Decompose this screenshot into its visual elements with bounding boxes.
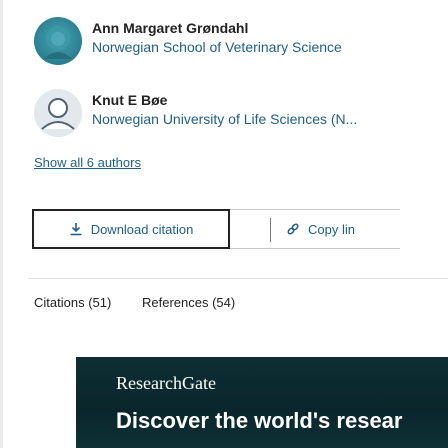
author-affiliation[interactable]: Norwegian University of Life Sciences (N… (92, 109, 357, 129)
download-icon (70, 223, 82, 236)
action-buttons: Download citation Copy lin (32, 209, 400, 249)
show-all-authors-link[interactable]: Show all 6 authors (34, 155, 141, 170)
default-user-icon (34, 89, 82, 137)
author-name[interactable]: Knut E Bøe (92, 91, 357, 109)
author-photo-icon (44, 26, 72, 59)
researchgate-logo: ResearchGate (116, 373, 216, 393)
download-citation-label: Download citation (90, 221, 194, 237)
copy-link-label: Copy lin (308, 221, 355, 237)
tab-references[interactable]: References (54) (142, 295, 235, 310)
author-avatar[interactable] (34, 89, 82, 137)
banner-tagline: Discover the world's resear (116, 408, 403, 433)
left-border (0, 0, 3, 448)
author-avatar[interactable] (34, 17, 82, 65)
publication-page: Ann Margaret Grøndahl Norwegian School o… (0, 0, 448, 448)
author-name[interactable]: Ann Margaret Grøndahl (92, 19, 342, 37)
author-item[interactable]: Ann Margaret Grøndahl Norwegian School o… (34, 17, 342, 65)
link-icon (287, 223, 299, 235)
author-affiliation[interactable]: Norwegian School of Veterinary Science (92, 37, 342, 57)
author-item[interactable]: Knut E Bøe Norwegian University of Life … (34, 89, 357, 137)
download-citation-button[interactable]: Download citation (32, 209, 230, 249)
publication-tabs: Citations (51) References (54) (34, 295, 235, 310)
copy-link-button[interactable]: Copy lin (230, 209, 400, 249)
researchgate-banner[interactable]: ResearchGate Discover the world's resear (76, 357, 448, 448)
tab-citations[interactable]: Citations (51) (34, 295, 142, 310)
button-divider (270, 218, 271, 242)
section-divider (28, 278, 448, 279)
